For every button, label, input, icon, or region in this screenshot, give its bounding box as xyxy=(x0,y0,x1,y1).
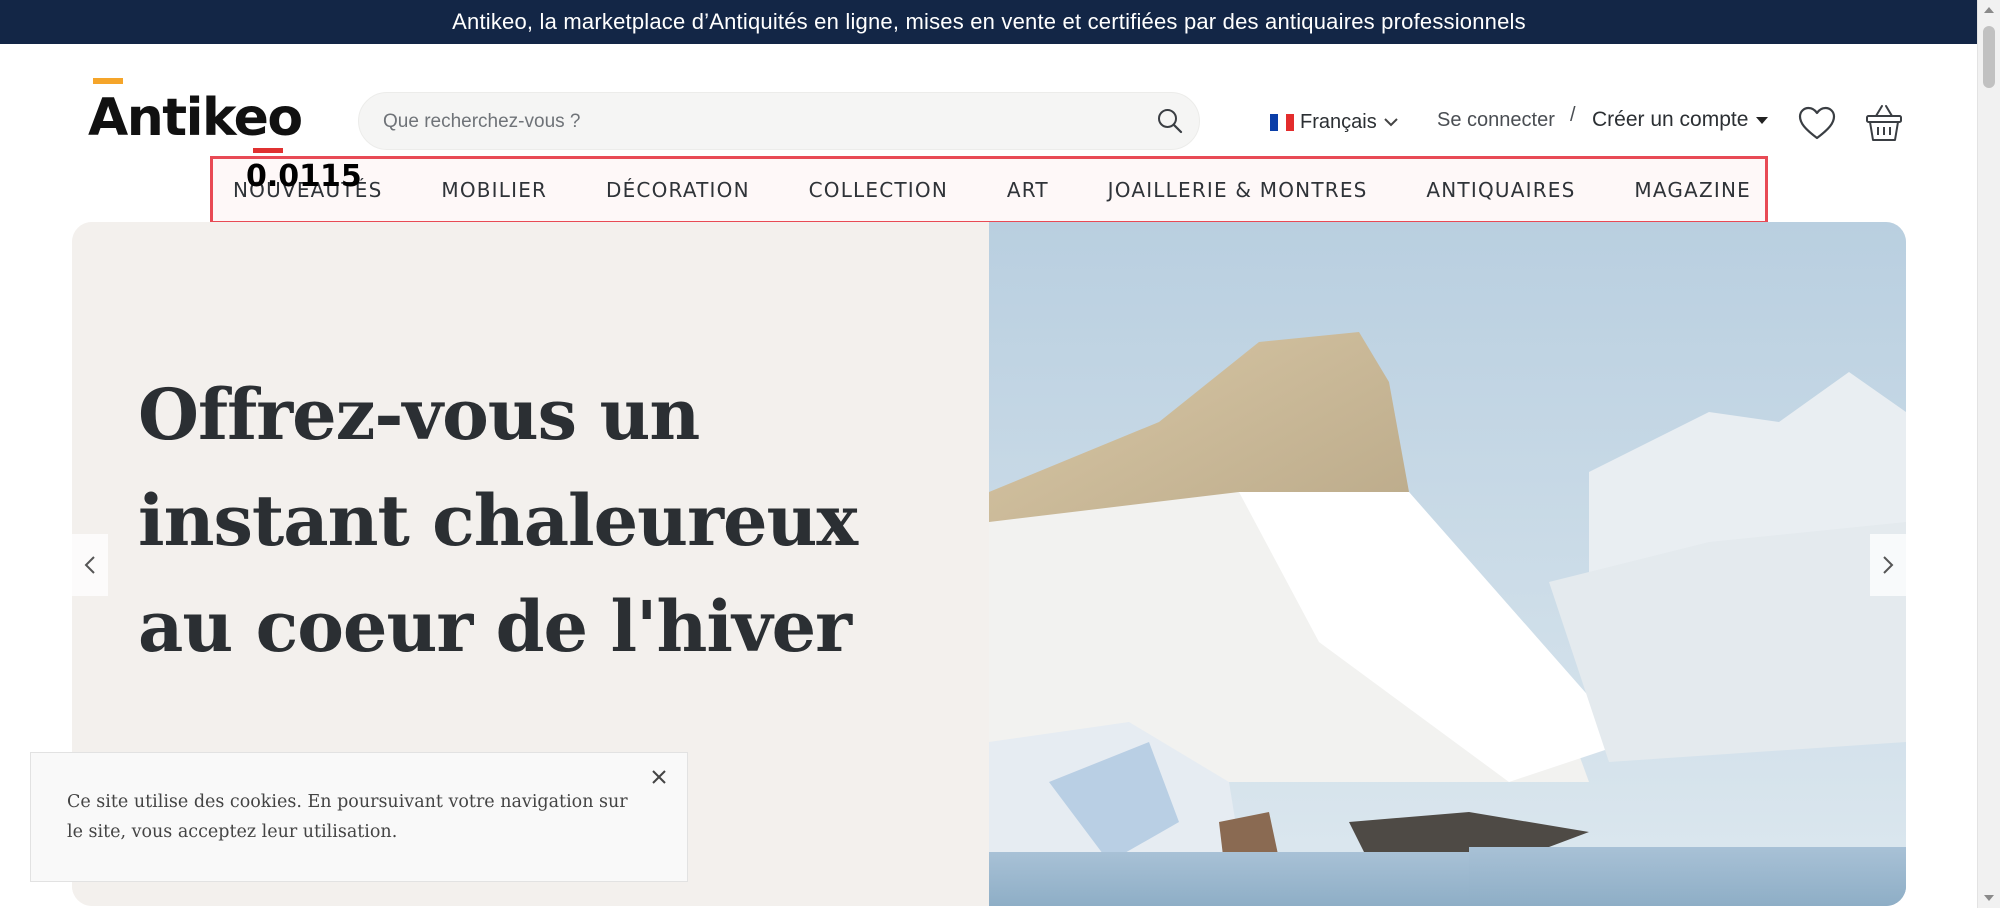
logo-text: Antikeo xyxy=(88,88,303,148)
nav-item-collection[interactable]: COLLECTION xyxy=(809,178,948,202)
search-input[interactable] xyxy=(381,93,1145,151)
french-flag-icon xyxy=(1270,113,1294,131)
nav-item-art[interactable]: ART xyxy=(1007,178,1049,202)
main-nav-highlight: NOUVEAUTÉS MOBILIER DÉCORATION COLLECTIO… xyxy=(210,156,1768,224)
search-icon[interactable] xyxy=(1155,106,1185,136)
heart-icon[interactable] xyxy=(1797,104,1837,144)
highlight-score-label: 0.0115 xyxy=(246,159,362,194)
language-label: Français xyxy=(1300,110,1377,133)
logo-underline-mark xyxy=(253,148,283,153)
create-account-dropdown[interactable]: Créer un compte xyxy=(1592,108,1769,132)
basket-icon[interactable] xyxy=(1864,102,1904,144)
scrollbar-thumb[interactable] xyxy=(1983,26,1995,88)
nav-item-joaillerie-montres[interactable]: JOAILLERIE & MONTRES xyxy=(1108,178,1368,202)
nav-item-magazine[interactable]: MAGAZINE xyxy=(1634,178,1751,202)
cookie-notice-text: Ce site utilise des cookies. En poursuiv… xyxy=(67,792,628,842)
hero-title: Offrez-vous un instant chaleureux au coe… xyxy=(138,373,858,668)
nav-item-decoration[interactable]: DÉCORATION xyxy=(606,178,750,202)
chevron-right-icon xyxy=(1883,556,1894,574)
scroll-down-arrow-icon[interactable] xyxy=(1984,895,1994,901)
create-account-label: Créer un compte xyxy=(1592,108,1749,131)
login-link[interactable]: Se connecter xyxy=(1437,109,1555,132)
search-bar xyxy=(358,92,1200,151)
carousel-next-button[interactable] xyxy=(1870,534,1906,596)
announcement-bar: Antikeo, la marketplace d’Antiquités en … xyxy=(0,0,1978,44)
scroll-up-arrow-icon[interactable] xyxy=(1984,7,1994,13)
nav-item-antiquaires[interactable]: ANTIQUAIRES xyxy=(1426,178,1575,202)
hero-painting-image[interactable] xyxy=(989,222,1906,906)
language-selector[interactable]: Français xyxy=(1270,108,1399,136)
chevron-left-icon xyxy=(84,556,95,574)
nav-item-mobilier[interactable]: MOBILIER xyxy=(441,178,547,202)
logo-accent-mark xyxy=(93,78,123,84)
announcement-text: Antikeo, la marketplace d’Antiquités en … xyxy=(452,9,1526,34)
caret-down-icon xyxy=(1756,116,1769,124)
main-nav: NOUVEAUTÉS MOBILIER DÉCORATION COLLECTIO… xyxy=(213,159,1771,221)
cookie-notice: Ce site utilise des cookies. En poursuiv… xyxy=(30,752,688,882)
scrollbar[interactable] xyxy=(1977,0,2000,908)
auth-separator: / xyxy=(1570,104,1576,126)
carousel-prev-button[interactable] xyxy=(72,534,108,596)
chevron-down-icon xyxy=(1383,118,1398,127)
close-icon[interactable] xyxy=(647,765,671,789)
logo[interactable]: Antikeo xyxy=(88,78,303,158)
